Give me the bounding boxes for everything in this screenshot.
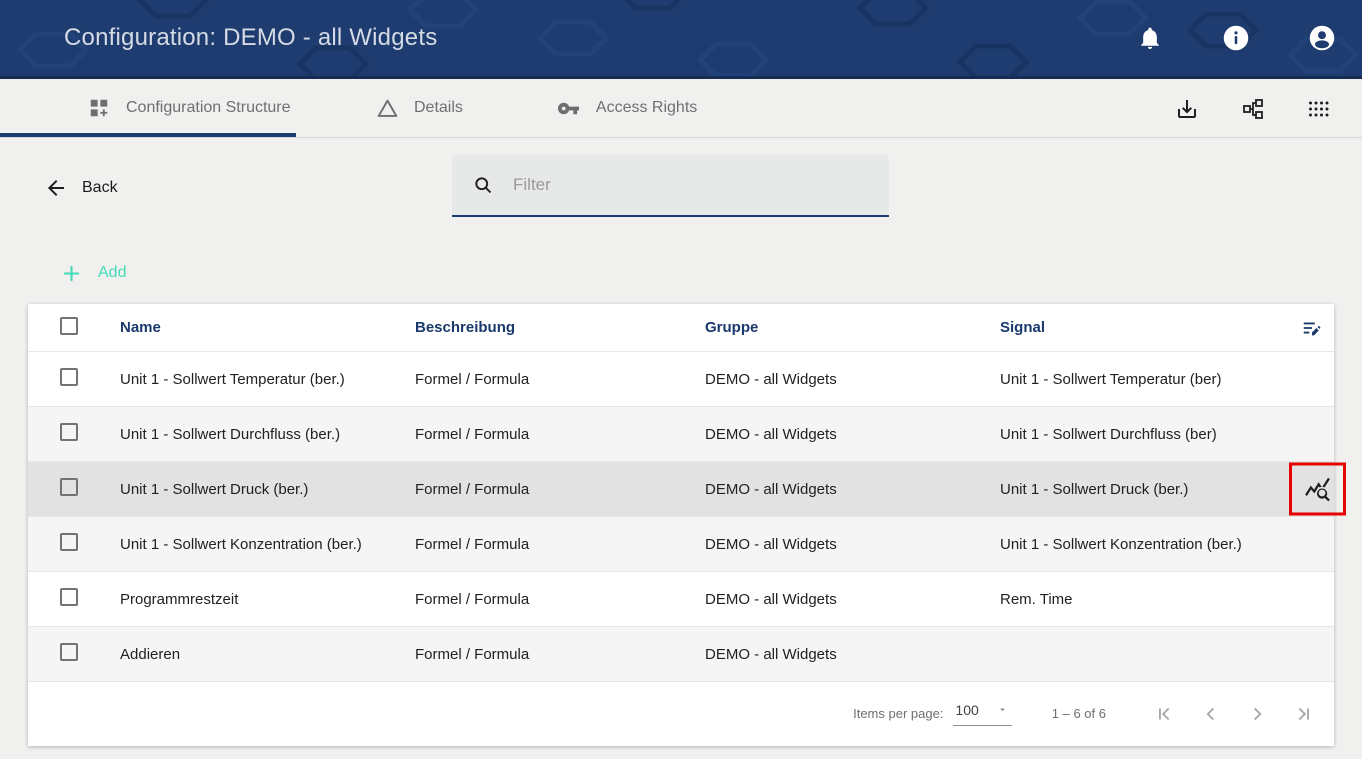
warning-triangle-icon — [373, 94, 401, 122]
cell-name: Unit 1 - Sollwert Temperatur (ber.) — [120, 371, 415, 388]
tab-label: Details — [414, 99, 463, 117]
table-header-row: Name Beschreibung Gruppe Signal — [28, 304, 1334, 352]
tab-label: Access Rights — [596, 99, 697, 117]
cell-signal: Rem. Time — [1000, 591, 1262, 608]
filter-field — [452, 155, 889, 217]
page-range-label: 1 – 6 of 6 — [1052, 706, 1106, 721]
add-button[interactable]: Add — [57, 259, 126, 287]
cell-gruppe: DEMO - all Widgets — [705, 591, 1000, 608]
column-header-signal: Signal — [1000, 319, 1262, 336]
table-rows: Unit 1 - Sollwert Temperatur (ber.) Form… — [28, 352, 1334, 682]
row-checkbox[interactable] — [60, 588, 78, 606]
cell-name: Unit 1 - Sollwert Druck (ber.) — [120, 481, 415, 498]
table-row[interactable]: Addieren Formel / Formula DEMO - all Wid… — [28, 627, 1334, 682]
next-page-icon[interactable] — [1244, 701, 1270, 727]
filter-input[interactable] — [513, 175, 875, 195]
tab-access-rights[interactable]: Access Rights — [555, 79, 697, 137]
add-label: Add — [98, 264, 126, 282]
tab-configuration-structure[interactable]: Configuration Structure — [0, 79, 296, 137]
apps-grid-icon[interactable] — [1306, 96, 1332, 122]
cell-beschreibung: Formel / Formula — [415, 371, 705, 388]
items-per-page-value: 100 — [955, 702, 978, 718]
items-per-page-select[interactable]: 100 — [953, 702, 1011, 726]
tree-structure-icon[interactable] — [1240, 96, 1266, 122]
bell-icon[interactable] — [1136, 24, 1164, 52]
cell-beschreibung: Formel / Formula — [415, 426, 705, 443]
key-icon — [555, 94, 583, 122]
select-all-checkbox[interactable] — [60, 317, 78, 335]
edit-list-icon[interactable] — [1298, 314, 1326, 342]
dashboard-customize-icon — [85, 94, 113, 122]
column-header-gruppe: Gruppe — [705, 319, 1000, 336]
cell-beschreibung: Formel / Formula — [415, 646, 705, 663]
table-row[interactable]: Unit 1 - Sollwert Temperatur (ber.) Form… — [28, 352, 1334, 407]
user-icon[interactable] — [1308, 24, 1336, 52]
column-header-name: Name — [120, 319, 415, 336]
last-page-icon[interactable] — [1290, 701, 1316, 727]
chevron-down-icon — [997, 704, 1008, 715]
tab-bar: Configuration Structure Details Access R… — [0, 76, 1362, 138]
cell-signal: Unit 1 - Sollwert Konzentration (ber.) — [1000, 536, 1262, 553]
column-header-beschreibung: Beschreibung — [415, 319, 705, 336]
previous-page-icon[interactable] — [1198, 701, 1224, 727]
cell-signal: Unit 1 - Sollwert Durchfluss (ber) — [1000, 426, 1262, 443]
page-title: Configuration: DEMO - all Widgets — [64, 24, 437, 52]
cell-gruppe: DEMO - all Widgets — [705, 536, 1000, 553]
table-row[interactable]: Unit 1 - Sollwert Konzentration (ber.) F… — [28, 517, 1334, 572]
table-row[interactable]: Programmrestzeit Formel / Formula DEMO -… — [28, 572, 1334, 627]
cell-gruppe: DEMO - all Widgets — [705, 481, 1000, 498]
row-checkbox[interactable] — [60, 643, 78, 661]
row-checkbox[interactable] — [60, 533, 78, 551]
cell-name: Programmrestzeit — [120, 591, 415, 608]
signals-table: Name Beschreibung Gruppe Signal Unit 1 -… — [28, 304, 1334, 746]
cell-signal: Unit 1 - Sollwert Temperatur (ber) — [1000, 371, 1262, 388]
download-icon[interactable] — [1174, 96, 1200, 122]
back-arrow-icon — [42, 174, 70, 202]
search-icon — [469, 171, 497, 199]
items-per-page-label: Items per page: — [853, 706, 943, 721]
cell-gruppe: DEMO - all Widgets — [705, 371, 1000, 388]
cell-name: Unit 1 - Sollwert Konzentration (ber.) — [120, 536, 415, 553]
active-tab-indicator — [0, 133, 296, 137]
tab-details[interactable]: Details — [373, 79, 463, 137]
plus-icon — [57, 259, 85, 287]
row-checkbox[interactable] — [60, 423, 78, 441]
cell-beschreibung: Formel / Formula — [415, 481, 705, 498]
table-row[interactable]: Unit 1 - Sollwert Druck (ber.) Formel / … — [28, 462, 1334, 517]
table-row[interactable]: Unit 1 - Sollwert Durchfluss (ber.) Form… — [28, 407, 1334, 462]
row-checkbox[interactable] — [60, 368, 78, 386]
app-header: Configuration: DEMO - all Widgets — [0, 0, 1362, 76]
cell-name: Addieren — [120, 646, 415, 663]
cell-beschreibung: Formel / Formula — [415, 536, 705, 553]
paginator: Items per page: 100 1 – 6 of 6 — [28, 682, 1334, 745]
main-content: Back Add Name Beschreibung Gruppe Signal — [0, 138, 1362, 759]
info-icon[interactable] — [1222, 24, 1250, 52]
cell-name: Unit 1 - Sollwert Durchfluss (ber.) — [120, 426, 415, 443]
back-button[interactable]: Back — [42, 174, 118, 202]
cell-gruppe: DEMO - all Widgets — [705, 426, 1000, 443]
back-label: Back — [82, 179, 118, 197]
cell-beschreibung: Formel / Formula — [415, 591, 705, 608]
cell-gruppe: DEMO - all Widgets — [705, 646, 1000, 663]
cell-signal: Unit 1 - Sollwert Druck (ber.) — [1000, 481, 1262, 498]
row-checkbox[interactable] — [60, 478, 78, 496]
tab-label: Configuration Structure — [126, 99, 291, 117]
first-page-icon[interactable] — [1152, 701, 1178, 727]
